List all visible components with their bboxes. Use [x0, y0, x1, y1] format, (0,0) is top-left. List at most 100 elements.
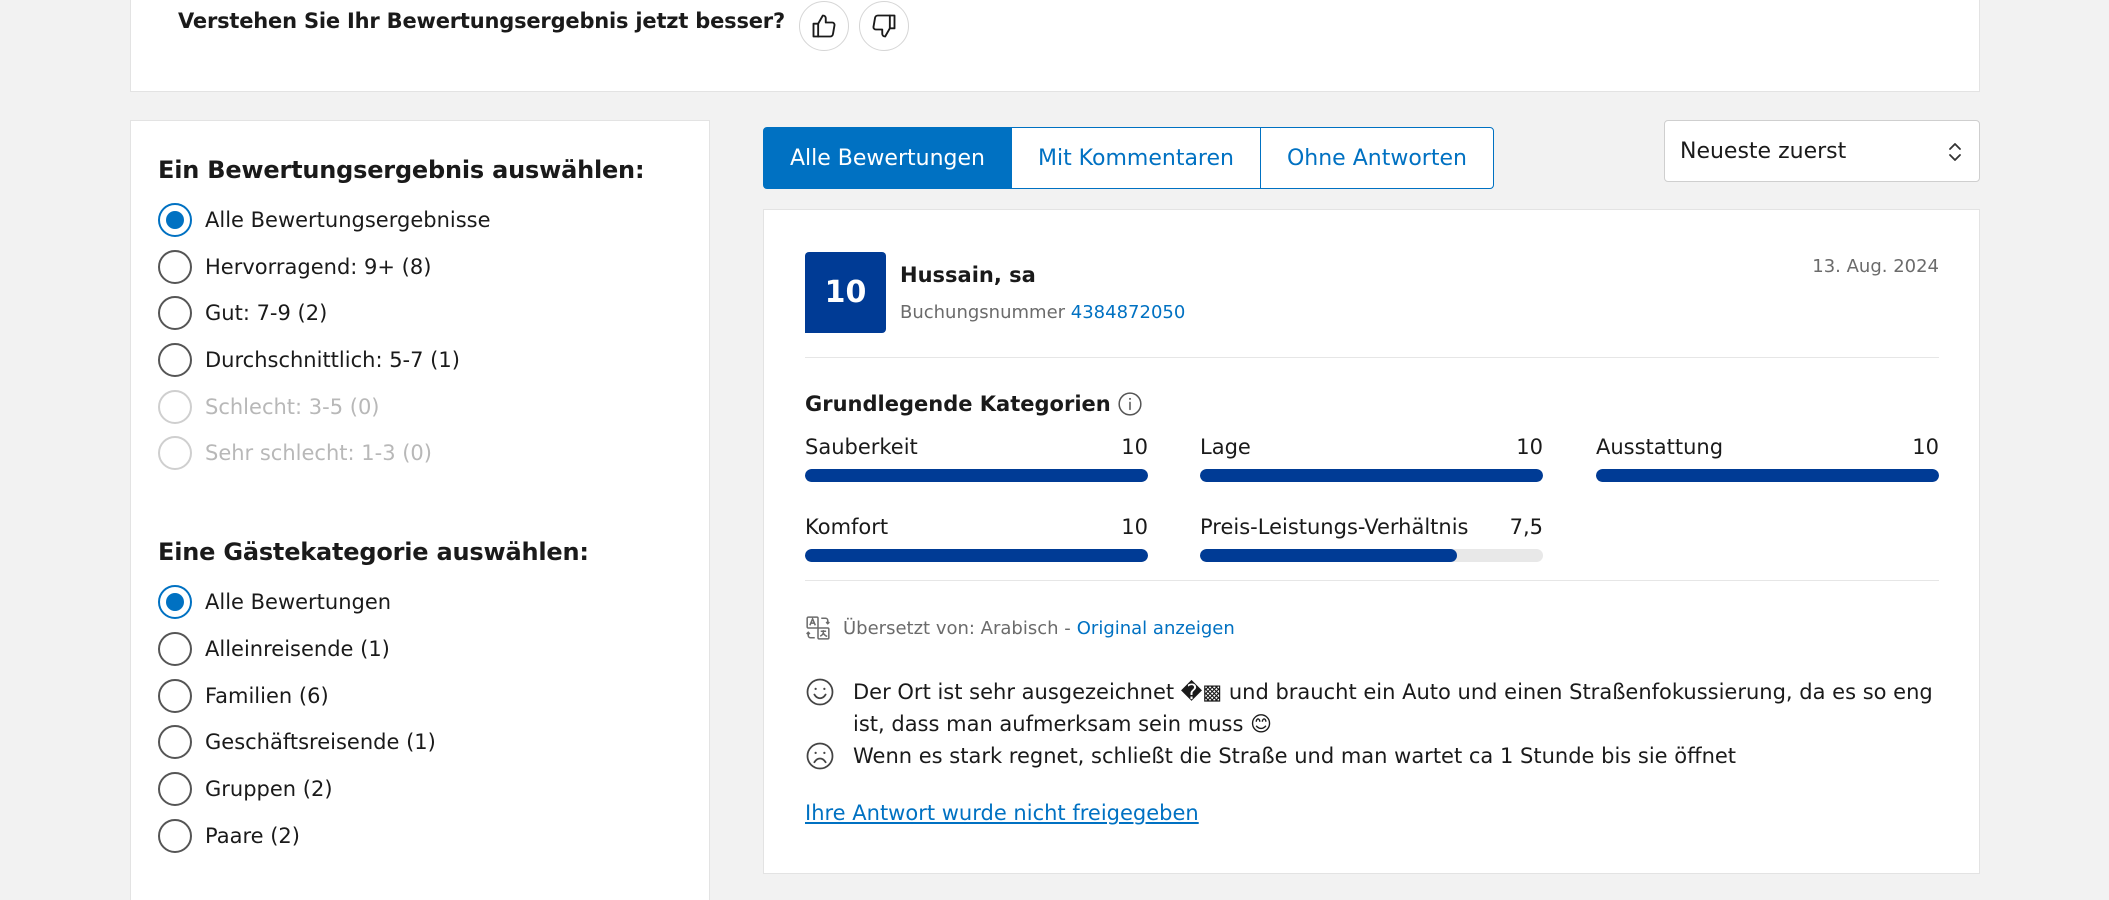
category-score: 10 — [1121, 435, 1148, 459]
translated-from-label: Übersetzt von: Arabisch - — [843, 617, 1071, 639]
category-bar — [1200, 469, 1543, 482]
sort-chevron-icon — [1949, 143, 1961, 161]
category-label: Preis-Leistungs-Verhältnis — [1200, 515, 1469, 539]
category-value-for-money: Preis-Leistungs-Verhältnis 7,5 — [1200, 515, 1543, 565]
sort-selected-value: Neueste zuerst — [1680, 138, 1847, 164]
score-option-all[interactable]: Alle Bewertungsergebnisse — [158, 203, 491, 237]
category-score: 7,5 — [1509, 515, 1543, 539]
tab-all-reviews[interactable]: Alle Bewertungen — [763, 127, 1012, 189]
category-score: 10 — [1121, 515, 1148, 539]
radio-label: Gruppen (2) — [205, 777, 333, 801]
reviewer-name: Hussain, sa — [900, 263, 1036, 287]
negative-comment-text: Wenn es stark regnet, schließt die Straß… — [853, 744, 1737, 768]
radio-label: Alle Bewertungen — [205, 590, 392, 614]
category-facilities: Ausstattung 10 — [1596, 435, 1939, 485]
radio-label: Durchschnittlich: 5-7 (1) — [205, 348, 460, 372]
category-bar-fill — [1200, 469, 1543, 482]
radio-button[interactable] — [158, 296, 192, 330]
guest-option-solo[interactable]: Alleinreisende (1) — [158, 632, 390, 666]
positive-comment-line: ist, dass man aufmerksam sein muss 😊 — [853, 712, 1273, 736]
score-option-excellent[interactable]: Hervorragend: 9+ (8) — [158, 250, 431, 284]
feedback-question: Verstehen Sie Ihr Bewertungsergebnis jet… — [178, 9, 785, 33]
guest-filter-title: Eine Gästekategorie auswählen: — [158, 538, 589, 566]
radio-button[interactable] — [158, 250, 192, 284]
info-icon[interactable] — [1117, 391, 1143, 417]
divider — [805, 580, 1939, 581]
radio-button[interactable] — [158, 679, 192, 713]
score-option-good[interactable]: Gut: 7-9 (2) — [158, 296, 327, 330]
radio-label: Geschäftsreisende (1) — [205, 730, 436, 754]
radio-label: Alleinreisende (1) — [205, 637, 390, 661]
thumbs-up-button[interactable] — [798, 1, 849, 51]
filter-sidebar: Ein Bewertungsergebnis auswählen: Alle B… — [130, 120, 710, 900]
divider — [805, 357, 1939, 358]
thumbs-down-icon — [872, 14, 896, 38]
radio-label: Alle Bewertungsergebnisse — [205, 208, 491, 232]
sad-face-icon — [806, 742, 834, 770]
category-score: 10 — [1912, 435, 1939, 459]
review-date: 13. Aug. 2024 — [1812, 256, 1939, 277]
guest-option-families[interactable]: Familien (6) — [158, 679, 329, 713]
thumbs-up-icon — [812, 14, 836, 38]
category-label: Lage — [1200, 435, 1251, 459]
review-card: 10 Hussain, sa Buchungsnummer 4384872050… — [763, 209, 1980, 874]
review-tabs: Alle Bewertungen Mit Kommentaren Ohne An… — [763, 127, 1494, 189]
sort-select[interactable]: Neueste zuerst — [1664, 120, 1980, 182]
category-score: 10 — [1516, 435, 1543, 459]
category-bar — [1596, 469, 1939, 482]
radio-label: Paare (2) — [205, 824, 300, 848]
category-bar-fill — [1596, 469, 1939, 482]
guest-option-business[interactable]: Geschäftsreisende (1) — [158, 725, 436, 759]
category-label: Sauberkeit — [805, 435, 918, 459]
category-bar — [805, 469, 1148, 482]
thumbs-down-button[interactable] — [858, 1, 909, 51]
tab-with-comments[interactable]: Mit Kommentaren — [1010, 127, 1261, 189]
tab-without-replies[interactable]: Ohne Antworten — [1259, 127, 1494, 189]
radio-label: Familien (6) — [205, 684, 329, 708]
booking-info: Buchungsnummer 4384872050 — [900, 302, 1185, 323]
review-score-badge: 10 — [805, 252, 886, 333]
feedback-card: Verstehen Sie Ihr Bewertungsergebnis jet… — [130, 0, 1980, 92]
radio-label: Hervorragend: 9+ (8) — [205, 255, 432, 279]
categories-title-text: Grundlegende Kategorien — [805, 392, 1111, 416]
translate-icon — [806, 616, 830, 640]
radio-button[interactable] — [158, 585, 192, 619]
radio-button — [158, 390, 192, 424]
category-label: Ausstattung — [1596, 435, 1724, 459]
radio-button — [158, 436, 192, 470]
translation-note: Übersetzt von: Arabisch - Original anzei… — [805, 615, 1235, 641]
category-bar-fill — [805, 469, 1148, 482]
category-comfort: Komfort 10 — [805, 515, 1148, 565]
radio-button[interactable] — [158, 203, 192, 237]
positive-comment-line: Der Ort ist sehr ausgezeichnet �▩ und br… — [853, 680, 1933, 704]
positive-comment: Der Ort ist sehr ausgezeichnet �▩ und br… — [805, 676, 1945, 740]
radio-button[interactable] — [158, 819, 192, 853]
radio-label: Gut: 7-9 (2) — [205, 301, 328, 325]
reply-not-approved-link[interactable]: Ihre Antwort wurde nicht freigegeben — [805, 801, 1199, 825]
positive-comment-text: Der Ort ist sehr ausgezeichnet �▩ und br… — [853, 676, 1933, 740]
smile-face-icon — [806, 678, 834, 706]
category-bar — [805, 549, 1148, 562]
negative-comment: Wenn es stark regnet, schließt die Straß… — [805, 740, 1945, 772]
radio-button[interactable] — [158, 343, 192, 377]
guest-option-all[interactable]: Alle Bewertungen — [158, 585, 391, 619]
booking-number-link[interactable]: 4384872050 — [1071, 302, 1186, 323]
score-option-poor: Schlecht: 3-5 (0) — [158, 390, 380, 424]
category-bar-fill — [1200, 549, 1458, 562]
categories-title: Grundlegende Kategorien — [805, 391, 1143, 417]
category-location: Lage 10 — [1200, 435, 1543, 485]
radio-label: Sehr schlecht: 1-3 (0) — [205, 441, 432, 465]
radio-button[interactable] — [158, 772, 192, 806]
category-bar-fill — [805, 549, 1148, 562]
guest-option-couples[interactable]: Paare (2) — [158, 819, 300, 853]
score-option-very-poor: Sehr schlecht: 1-3 (0) — [158, 436, 432, 470]
score-option-average[interactable]: Durchschnittlich: 5-7 (1) — [158, 343, 460, 377]
show-original-link[interactable]: Original anzeigen — [1077, 618, 1235, 639]
category-label: Komfort — [805, 515, 889, 539]
guest-option-groups[interactable]: Gruppen (2) — [158, 772, 333, 806]
booking-label: Buchungsnummer — [900, 302, 1066, 323]
category-cleanliness: Sauberkeit 10 — [805, 435, 1148, 485]
radio-button[interactable] — [158, 725, 192, 759]
score-filter-title: Ein Bewertungsergebnis auswählen: — [158, 156, 645, 184]
radio-button[interactable] — [158, 632, 192, 666]
